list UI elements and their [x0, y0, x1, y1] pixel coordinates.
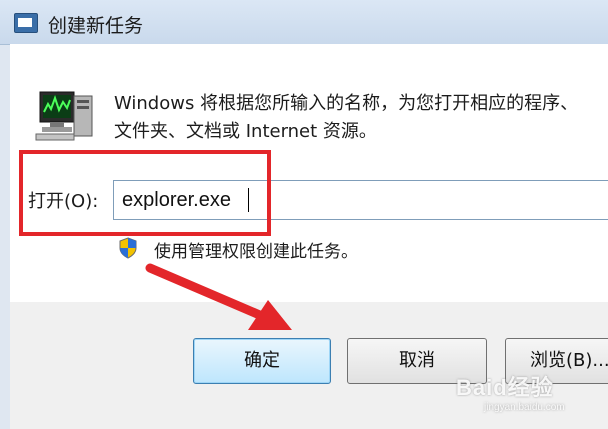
admin-privileges-text: 使用管理权限创建此任务。	[154, 242, 358, 262]
window-titlebar[interactable]: 创建新任务	[0, 0, 608, 45]
red-highlight-box	[19, 150, 271, 236]
baidu-watermark: Baid经验	[456, 375, 554, 400]
dialog-description: Windows 将根据您所输入的名称，为您打开相应的程序、 文件夹、文档或 In…	[114, 90, 608, 146]
description-line-1: Windows 将根据您所输入的名称，为您打开相应的程序、	[114, 93, 579, 114]
ok-button[interactable]: 确定	[193, 338, 331, 384]
baidu-watermark-url: jingyan.baidu.com	[484, 402, 565, 413]
uac-shield-icon	[119, 237, 137, 259]
window-title: 创建新任务	[48, 15, 144, 37]
description-line-2: 文件夹、文档或 Internet 资源。	[114, 121, 377, 142]
monitor-icon	[35, 91, 93, 141]
run-program-icon	[14, 13, 38, 33]
